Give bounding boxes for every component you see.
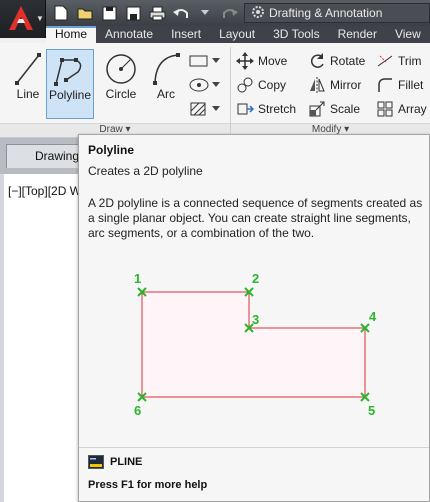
scale-button[interactable]: Scale	[308, 100, 360, 118]
tab-3d-tools[interactable]: 3D Tools	[264, 26, 328, 43]
array-label: Array	[398, 102, 427, 116]
copy-icon	[237, 77, 253, 93]
mirror-label: Mirror	[330, 78, 362, 92]
vertex-label-4: 4	[369, 309, 377, 324]
polyline-tooltip: Polyline Creates a 2D polyline A 2D poly…	[78, 134, 430, 502]
workspace-label: Drafting & Annotation	[269, 6, 383, 20]
ribbon-tabs: Home Annotate Insert Layout 3D Tools Ren…	[46, 26, 430, 43]
mirror-button[interactable]: Mirror	[308, 76, 361, 94]
undo-dropdown-icon[interactable]	[196, 4, 214, 22]
rectangle-tool[interactable]	[188, 51, 224, 70]
document-tab-drawing1[interactable]: Drawing1	[6, 144, 86, 168]
circle-button[interactable]: Circle	[100, 49, 142, 101]
chevron-down-icon	[212, 105, 220, 111]
command-line-icon	[88, 455, 104, 469]
line-icon	[15, 53, 41, 85]
copy-button[interactable]: Copy	[236, 76, 286, 94]
tab-annotate[interactable]: Annotate	[96, 26, 162, 43]
trim-label: Trim	[398, 54, 422, 68]
gear-icon	[251, 5, 265, 22]
chevron-down-icon	[212, 81, 220, 87]
vertex-label-5: 5	[368, 403, 375, 418]
tooltip-divider	[79, 447, 429, 448]
fillet-label: Fillet	[398, 78, 424, 92]
viewport-controls[interactable]: [−][Top][2D W	[8, 184, 81, 198]
chevron-down-icon: ▼	[36, 14, 44, 23]
tab-render[interactable]: Render	[329, 26, 386, 43]
polyline-illustration: 1 2 3 4 5 6	[134, 271, 377, 418]
line-button[interactable]: Line	[10, 49, 46, 101]
fillet-icon	[378, 78, 392, 92]
arc-icon	[153, 53, 180, 85]
polyline-button[interactable]: Polyline	[46, 49, 94, 119]
panel-divider	[230, 47, 231, 135]
tab-view[interactable]: View	[386, 26, 430, 43]
vertex-label-1: 1	[134, 271, 141, 286]
polyline-label: Polyline	[48, 88, 92, 102]
print-icon[interactable]	[148, 4, 166, 22]
scale-label: Scale	[330, 102, 361, 116]
draw-small-tools	[188, 51, 224, 118]
circle-label: Circle	[105, 87, 137, 101]
tooltip-subtitle: Creates a 2D polyline	[88, 164, 203, 178]
arc-label: Arc	[157, 87, 175, 101]
vertex-label-3: 3	[252, 312, 259, 327]
new-file-icon[interactable]	[52, 4, 70, 22]
mirror-icon	[310, 77, 325, 93]
move-label: Move	[258, 54, 288, 68]
tooltip-description: A 2D polyline is a connected sequence of…	[88, 196, 423, 240]
vertex-label-6: 6	[134, 403, 141, 418]
application-menu-button[interactable]: ▼	[0, 0, 46, 38]
canvas-border	[0, 174, 4, 502]
autocad-logo-icon	[9, 6, 33, 30]
tooltip-help-hint: Press F1 for more help	[88, 479, 208, 491]
redo-icon[interactable]	[220, 4, 238, 22]
tab-insert[interactable]: Insert	[162, 26, 210, 43]
trim-icon	[377, 55, 393, 67]
ribbon-panel: Line Polyline Circle Arc Move Rotate Tri…	[0, 43, 430, 138]
tab-layout[interactable]: Layout	[210, 26, 264, 43]
tooltip-title: Polyline	[88, 143, 135, 157]
array-icon	[377, 101, 393, 117]
command-name: PLINE	[110, 456, 143, 468]
rotate-label: Rotate	[330, 54, 366, 68]
stretch-button[interactable]: Stretch	[236, 100, 296, 118]
move-icon	[236, 52, 254, 70]
fillet-button[interactable]: Fillet	[376, 76, 423, 94]
quick-access-toolbar: Drafting & Annotation	[0, 0, 430, 26]
arc-button[interactable]: Arc	[146, 49, 186, 101]
workspace-selector[interactable]: Drafting & Annotation	[244, 3, 430, 23]
rotate-icon	[310, 53, 324, 68]
vertex-label-2: 2	[252, 271, 259, 286]
circle-icon	[106, 54, 136, 84]
array-button[interactable]: Array	[376, 100, 427, 118]
move-button[interactable]: Move	[236, 52, 287, 70]
copy-label: Copy	[258, 78, 287, 92]
save-as-icon[interactable]	[124, 4, 142, 22]
hatch-tool[interactable]	[188, 75, 224, 94]
tooltip-command: PLINE	[88, 455, 142, 469]
chevron-down-icon	[212, 57, 220, 63]
rectangle-icon	[189, 55, 208, 66]
stretch-icon	[237, 103, 254, 115]
open-folder-icon[interactable]	[76, 4, 94, 22]
rotate-button[interactable]: Rotate	[308, 52, 365, 70]
line-label: Line	[16, 87, 40, 101]
save-icon[interactable]	[100, 4, 118, 22]
scale-icon	[309, 101, 325, 117]
ellipse-icon	[189, 78, 209, 91]
polyline-icon	[54, 58, 82, 86]
trim-button[interactable]: Trim	[376, 52, 422, 70]
hatch-pattern-tool[interactable]	[188, 99, 224, 118]
stretch-label: Stretch	[258, 102, 297, 116]
polyline-shape	[141, 291, 366, 398]
hatch-icon	[190, 102, 206, 115]
tab-home[interactable]: Home	[46, 26, 97, 43]
undo-icon[interactable]	[172, 4, 190, 22]
